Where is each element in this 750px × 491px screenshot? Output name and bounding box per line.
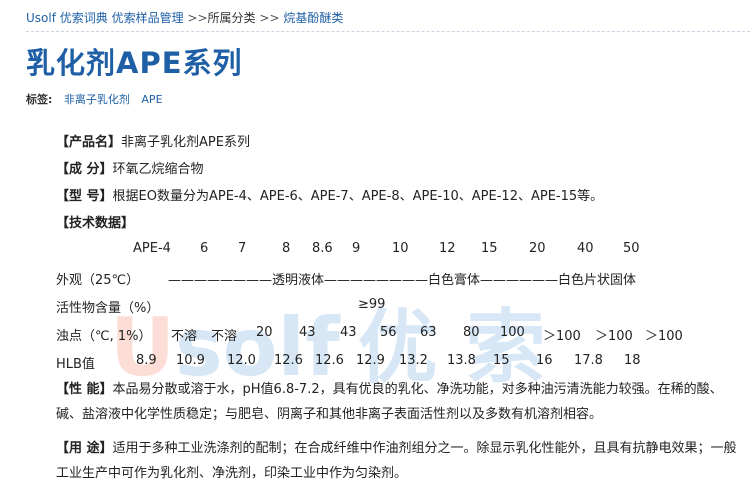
composition-line: 【成 分】环氧乙烷缩合物: [56, 158, 204, 177]
cloud-point-cell: ＞100: [645, 329, 683, 344]
hlb-cell: 8.9: [136, 353, 157, 368]
cloud-point-cell: 43: [299, 325, 316, 340]
breadcrumb-current-link[interactable]: 烷基酚醚类: [283, 11, 343, 25]
active-matter-value: ≥99: [358, 297, 386, 312]
model-header-cell: 7: [238, 241, 247, 256]
cloud-point-cell: ＞100: [595, 329, 633, 344]
hlb-cell: 13.2: [399, 353, 428, 368]
breadcrumb-section-link[interactable]: 优索样品管理: [112, 11, 184, 25]
model-header-cell: 50: [623, 241, 640, 256]
tag-link[interactable]: APE: [141, 93, 162, 106]
model-header-cell: 6: [200, 241, 209, 256]
hlb-cell: 18: [624, 353, 641, 368]
model-header-cell: 40: [577, 241, 594, 256]
model-header-cell: 12: [439, 241, 456, 256]
hlb-cell: 12.6: [274, 353, 303, 368]
breadcrumb-home-link[interactable]: Usolf 优索词典: [26, 11, 108, 25]
performance-label: 【性 能】: [56, 382, 113, 397]
page-title: 乳化剂APE系列: [26, 46, 243, 80]
breadcrumb-category: 所属分类: [207, 11, 256, 25]
cloud-point-label: 浊点（℃, 1%）: [56, 329, 152, 344]
usage-paragraph: 【用 途】适用于多种工业洗涤剂的配制；在合成纤维中作油剂组分之一。除显示乳化性能…: [56, 436, 746, 486]
breadcrumb-separator: >>: [259, 11, 280, 25]
appearance-value: ————————透明液体————————白色膏体——————白色片状固体: [168, 273, 637, 288]
hlb-cell: 17.8: [574, 353, 603, 368]
cloud-point-cell: 不溶: [211, 329, 238, 344]
cloud-point-cell: 不溶: [171, 329, 198, 344]
cloud-point-cell: 20: [256, 325, 273, 340]
hlb-cell: 13.8: [447, 353, 476, 368]
usage-label: 【用 途】: [56, 441, 113, 456]
model-header-cell: APE-4: [133, 241, 171, 256]
cloud-point-cell: 43: [340, 325, 357, 340]
tech-data-heading: 【技术数据】: [56, 216, 135, 231]
hlb-cell: 15: [493, 353, 510, 368]
composition-value: 环氧乙烷缩合物: [112, 162, 204, 177]
breadcrumb: Usolf 优索词典 优索样品管理 >>所属分类 >> 烷基酚醚类: [26, 9, 343, 26]
model-value: 根据EO数量分为APE-4、APE-6、APE-7、APE-8、APE-10、A…: [112, 189, 604, 204]
tags-label: 标签:: [26, 93, 53, 106]
usage-value: 适用于多种工业洗涤剂的配制；在合成纤维中作油剂组分之一。除显示乳化性能外，且具有…: [56, 441, 737, 481]
cloud-point-cell: 100: [500, 325, 525, 340]
model-header-cell: 20: [529, 241, 546, 256]
divider: [26, 31, 750, 32]
hlb-cell: 10.9: [176, 353, 205, 368]
model-header-cell: 9: [352, 241, 361, 256]
hlb-cell: 12.9: [356, 353, 385, 368]
performance-paragraph: 【性 能】本品易分散或溶于水，pH值6.8-7.2，具有优良的乳化、净洗功能，对…: [56, 377, 746, 427]
tag-link[interactable]: 非离子乳化剂: [64, 93, 130, 106]
hlb-cell: 16: [536, 353, 553, 368]
model-header-cell: 15: [481, 241, 498, 256]
tags-row: 标签: 非离子乳化剂 APE: [26, 91, 171, 107]
composition-label: 【成 分】: [56, 162, 113, 177]
model-header-cell: 10: [392, 241, 409, 256]
model-header-cell: 8.6: [312, 241, 333, 256]
cloud-point-cell: ＞100: [543, 329, 581, 344]
breadcrumb-separator: >>: [187, 11, 208, 25]
cloud-point-cell: 63: [420, 325, 437, 340]
cloud-point-cell: 80: [463, 325, 480, 340]
hlb-cell: 12.6: [315, 353, 344, 368]
performance-value: 本品易分散或溶于水，pH值6.8-7.2，具有优良的乳化、净洗功能，对多种油污清…: [56, 382, 723, 422]
hlb-label: HLB值: [56, 357, 95, 372]
product-name-value: 非离子乳化剂APE系列: [121, 135, 250, 150]
model-header-cell: 8: [282, 241, 291, 256]
hlb-cell: 12.0: [227, 353, 256, 368]
active-matter-label: 活性物含量（%）: [56, 301, 160, 316]
appearance-label: 外观（25℃）: [56, 273, 140, 288]
product-name-label: 【产品名】: [56, 135, 122, 150]
cloud-point-cell: 56: [380, 325, 397, 340]
model-label: 【型 号】: [56, 189, 113, 204]
product-name-line: 【产品名】非离子乳化剂APE系列: [56, 131, 250, 150]
model-line: 【型 号】根据EO数量分为APE-4、APE-6、APE-7、APE-8、APE…: [56, 185, 603, 204]
